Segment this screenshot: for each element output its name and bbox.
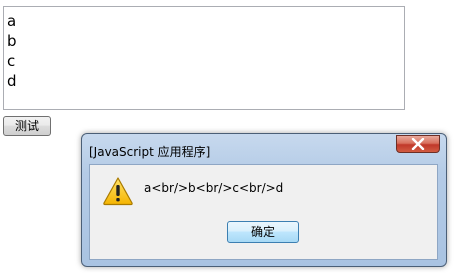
dialog-message: a<br/>b<br/>c<br/>d <box>144 181 284 195</box>
ok-button[interactable]: 确定 <box>227 221 299 243</box>
close-icon <box>411 138 425 150</box>
dialog-title: [JavaScript 应用程序] <box>89 145 211 159</box>
alert-dialog: [JavaScript 应用程序] a<br/>b<br/>c<br/>d 确定 <box>81 133 447 267</box>
test-button[interactable]: 测试 <box>3 116 51 136</box>
dialog-close-button[interactable] <box>396 135 440 153</box>
text-area[interactable]: a b c d <box>3 6 405 110</box>
dialog-body: a<br/>b<br/>c<br/>d 确定 <box>89 164 438 260</box>
warning-icon <box>103 177 133 206</box>
page: a b c d 测试 [JavaScript 应用程序] a<br/>b<br/… <box>0 0 455 273</box>
